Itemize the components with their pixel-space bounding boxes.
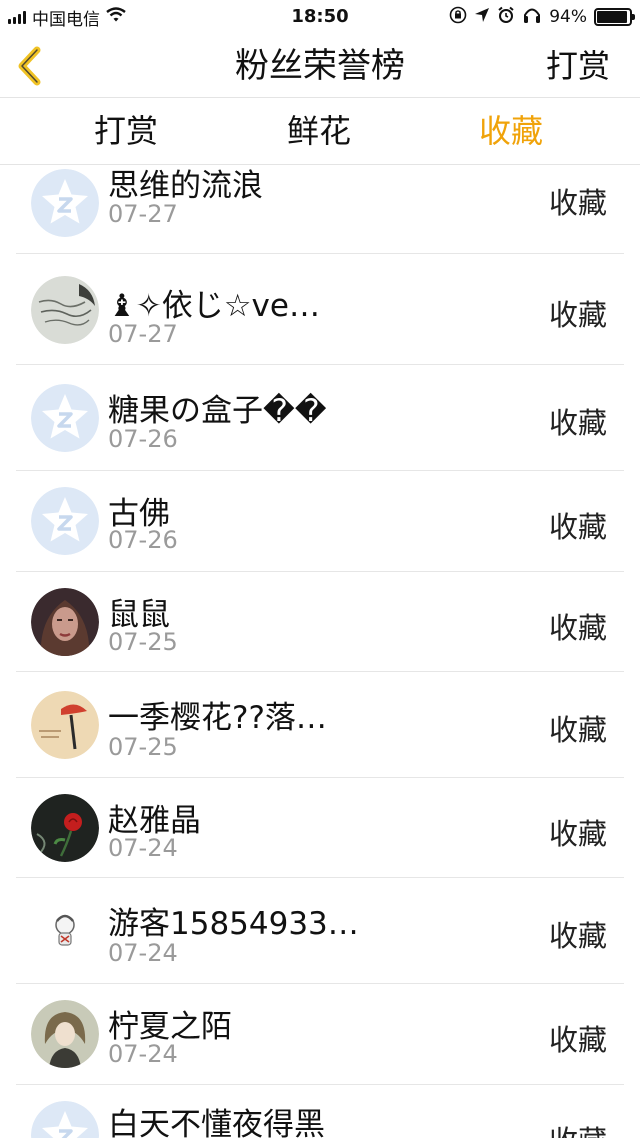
fan-name: ♝✧依じ☆ve… [108,288,320,324]
favorite-label: 收藏 [548,611,607,645]
list-item[interactable]: 糖果の盒子�� 07-26 收藏 [0,365,640,471]
default-avatar-icon [31,384,99,452]
fan-list: 思维的流浪 07-27 收藏 ♝✧依じ☆ve… 07-27 收藏 糖果の盒子��… [0,166,640,1138]
avatar [31,487,99,555]
default-avatar-icon [31,169,99,237]
avatar [31,1101,99,1138]
fan-name: 一季樱花??落… [108,700,327,736]
list-item[interactable]: 白天不懂夜得黑 收藏 [0,1085,640,1138]
alarm-icon [497,6,515,29]
fan-date: 07-26 [108,526,178,554]
fan-date: 07-27 [108,320,178,348]
anime-girl-avatar-icon [31,1000,99,1068]
fan-date: 07-25 [108,733,178,761]
list-item[interactable]: 游客15854933… 07-24 收藏 [0,878,640,984]
location-icon [474,7,490,28]
headphones-icon [522,6,542,29]
orientation-lock-icon [449,6,467,29]
battery-icon [594,8,635,26]
fan-name: 白天不懂夜得黑 [108,1107,325,1138]
favorite-label: 收藏 [549,1118,607,1138]
favorite-label: 收藏 [548,817,607,851]
favorite-label: 收藏 [548,919,607,953]
tab-flowers[interactable]: 鲜花 [259,99,379,163]
list-item[interactable]: ♝✧依じ☆ve… 07-27 收藏 [0,254,640,365]
favorite-label: 收藏 [548,1023,607,1057]
avatar [31,588,99,656]
nav-bar: 粉丝荣誉榜 打赏 [0,34,640,98]
list-item[interactable]: 一季樱花??落… 07-25 收藏 [0,672,640,778]
battery-percent: 94% [549,7,587,27]
fan-date: 07-24 [108,939,178,967]
reward-button[interactable]: 打赏 [546,34,610,98]
default-avatar-icon [31,1101,99,1138]
fan-name: 糖果の盒子�� [108,393,327,429]
avatar [31,1000,99,1068]
list-item[interactable]: 思维的流浪 07-27 收藏 [0,166,640,254]
favorite-label: 收藏 [548,298,607,332]
favorite-label: 收藏 [548,713,607,747]
rose-avatar-icon [31,794,99,862]
list-item[interactable]: 鼠鼠 07-25 收藏 [0,572,640,672]
page-title: 粉丝荣誉榜 [235,46,405,86]
avatar [31,276,99,344]
chevron-left-icon [18,46,41,86]
favorite-label: 收藏 [548,510,607,544]
fan-date: 07-26 [108,425,178,453]
cartoon-small-avatar-icon [31,897,99,965]
tab-bar: 打赏 鲜花 收藏 [0,99,640,165]
avatar [31,384,99,452]
status-bar: 中国电信 18:50 94% [0,0,640,34]
avatar [31,794,99,862]
fan-name: 游客15854933… [108,906,359,942]
favorite-label: 收藏 [548,406,607,440]
handwriting-avatar-icon [31,276,99,344]
cartoon-hat-avatar-icon [31,691,99,759]
tab-favorites[interactable]: 收藏 [451,99,571,163]
favorite-label: 收藏 [548,186,607,220]
list-item[interactable]: 赵雅晶 07-24 收藏 [0,778,640,878]
tab-reward[interactable]: 打赏 [66,99,186,163]
back-button[interactable] [10,42,50,90]
portrait-avatar-icon [31,588,99,656]
avatar [31,691,99,759]
avatar [31,897,99,965]
list-item[interactable]: 古佛 07-26 收藏 [0,471,640,572]
status-right: 94% [449,5,635,29]
avatar [31,169,99,237]
fan-date: 07-24 [108,1040,178,1068]
fan-date: 07-24 [108,834,178,862]
default-avatar-icon [31,487,99,555]
fan-date: 07-27 [108,200,178,228]
list-item[interactable]: 柠夏之陌 07-24 收藏 [0,984,640,1085]
fan-date: 07-25 [108,628,178,656]
